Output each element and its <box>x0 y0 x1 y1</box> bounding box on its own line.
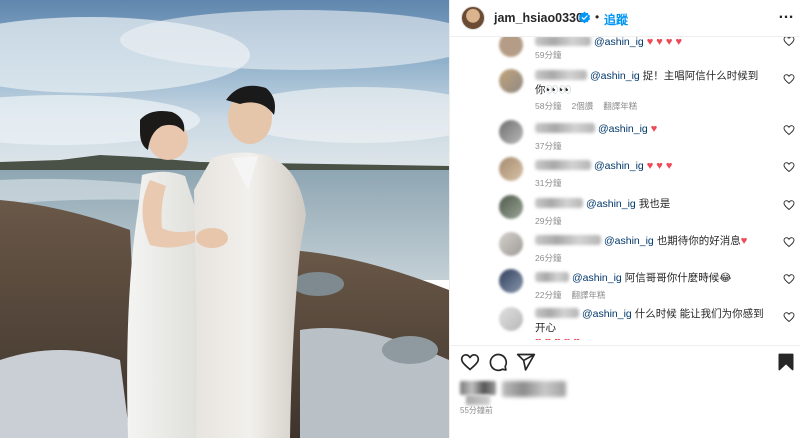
heart-emojis: ♥ <box>740 235 748 247</box>
heart-icon[interactable] <box>783 199 795 211</box>
blurred-username <box>535 70 587 80</box>
post-photo[interactable] <box>0 0 449 438</box>
comment-meta: 59分鐘 <box>535 49 571 61</box>
commenter-avatar[interactable] <box>499 69 523 93</box>
verified-badge-icon <box>578 11 591 24</box>
blurred-username <box>535 198 583 208</box>
comment-meta: 37分鐘 <box>535 140 571 152</box>
commenter-avatar[interactable] <box>499 269 523 293</box>
heart-icon[interactable] <box>783 124 795 136</box>
comment-text: @ashin_ig ♥ ♥ ♥ <box>535 159 767 173</box>
comment-body: 也期待你的好消息 <box>653 235 741 247</box>
comment-time: 29分鐘 <box>535 216 562 226</box>
comment-text: @ashin_ig ♥ <box>535 122 767 136</box>
comment-text: @ashin_ig 捉！主唱阿信什么时候到你👀👀 <box>535 69 767 97</box>
blurred-likes-text <box>502 381 566 397</box>
username-link[interactable]: jam_hsiao0330 <box>494 11 583 25</box>
blurred-username <box>535 37 591 46</box>
heart-icon[interactable] <box>783 161 795 173</box>
commenter-avatar[interactable] <box>499 157 523 181</box>
post-header: jam_hsiao0330 • 追蹤 … <box>450 0 800 37</box>
comment-text: @ashin_ig 也期待你的好消息♥ <box>535 234 767 248</box>
separator-dot: • <box>595 10 600 24</box>
comment-meta: 22分鐘 翻譯年糕 <box>535 289 615 301</box>
translate-link[interactable]: 翻譯年糕 <box>603 101 637 111</box>
comment-meta: 58分鐘 2個讚 翻譯年糕 <box>535 100 647 112</box>
comment-time: 26分鐘 <box>535 253 562 263</box>
likes-summary[interactable] <box>460 379 600 405</box>
comment-icon[interactable] <box>488 352 508 372</box>
mention-link[interactable]: @ashin_ig <box>594 160 644 172</box>
blurred-username <box>535 160 591 170</box>
comment-meta: 26分鐘 <box>535 252 571 264</box>
follow-button[interactable]: 追蹤 <box>604 11 628 28</box>
blurred-likes-count <box>466 395 490 405</box>
comment-text: @ashin_ig ♥ ♥ ♥ ♥ <box>535 37 767 49</box>
wedding-photo-illustration <box>0 0 449 438</box>
heart-icon[interactable] <box>783 236 795 248</box>
mention-link[interactable]: @ashin_ig <box>598 123 648 135</box>
post-side-panel: jam_hsiao0330 • 追蹤 … @ashin_ig ♥ ♥ ♥ ♥ 5… <box>449 0 800 438</box>
commenter-avatar[interactable] <box>499 232 523 256</box>
blurred-username <box>535 308 579 318</box>
comment-body: 我也是 <box>635 198 671 210</box>
heart-emojis: ♥ ♥ ♥ ♥ <box>646 37 682 48</box>
heart-icon[interactable] <box>783 273 795 285</box>
heart-emojis: ♥ ♥ ♥ <box>646 160 673 172</box>
heart-icon[interactable] <box>460 352 480 372</box>
translate-link[interactable]: 翻譯年糕 <box>571 290 605 300</box>
commenter-avatar[interactable] <box>499 195 523 219</box>
comment-time: 59分鐘 <box>535 50 562 60</box>
heart-icon[interactable] <box>783 37 795 47</box>
comment-text: @ashin_ig 阿信哥哥你什麼時候😂 <box>535 271 767 285</box>
mention-link[interactable]: @ashin_ig <box>604 235 654 247</box>
commenter-avatar[interactable] <box>499 120 523 144</box>
heart-icon[interactable] <box>783 311 795 323</box>
profile-avatar[interactable] <box>461 6 485 30</box>
blurred-liker-avatar <box>460 381 496 395</box>
heart-emojis: ♥ <box>650 123 658 135</box>
comments-list[interactable]: @ashin_ig ♥ ♥ ♥ ♥ 59分鐘 @ashin_ig 捉！主唱阿信什… <box>450 37 800 340</box>
comment-text: @ashin_ig 我也是 <box>535 197 767 211</box>
comment-time: 31分鐘 <box>535 178 562 188</box>
comment-time: 37分鐘 <box>535 141 562 151</box>
heart-emojis: ♥ ♥ ♥ ♥ ♥ <box>535 336 580 340</box>
commenter-avatar[interactable] <box>499 307 523 331</box>
mention-link[interactable]: @ashin_ig <box>590 70 640 82</box>
bookmark-icon[interactable] <box>776 352 796 372</box>
share-icon[interactable] <box>516 352 536 372</box>
more-options-icon[interactable]: … <box>778 6 796 27</box>
mention-link[interactable]: @ashin_ig <box>572 272 622 284</box>
comment-body: 阿信哥哥你什麼時候😂 <box>621 272 732 284</box>
comment-likes[interactable]: 2個讚 <box>571 101 593 111</box>
heart-icon[interactable] <box>783 73 795 85</box>
comment-text: @ashin_ig 什么时候 能让我们为你感到开心♥ ♥ ♥ ♥ ♥ <box>535 307 767 340</box>
comment-time: 22分鐘 <box>535 290 562 300</box>
blurred-username <box>535 235 601 245</box>
blurred-username <box>535 272 569 282</box>
post-timestamp: 55分鐘前 <box>460 406 493 415</box>
comment-meta: 31分鐘 <box>535 177 571 189</box>
comment-time: 58分鐘 <box>535 101 562 111</box>
mention-link[interactable]: @ashin_ig <box>586 198 636 210</box>
commenter-avatar[interactable] <box>499 37 523 57</box>
mention-link[interactable]: @ashin_ig <box>594 37 644 48</box>
blurred-username <box>535 123 595 133</box>
mention-link[interactable]: @ashin_ig <box>582 308 632 320</box>
comment-meta: 29分鐘 <box>535 215 571 227</box>
action-bar <box>450 345 800 375</box>
